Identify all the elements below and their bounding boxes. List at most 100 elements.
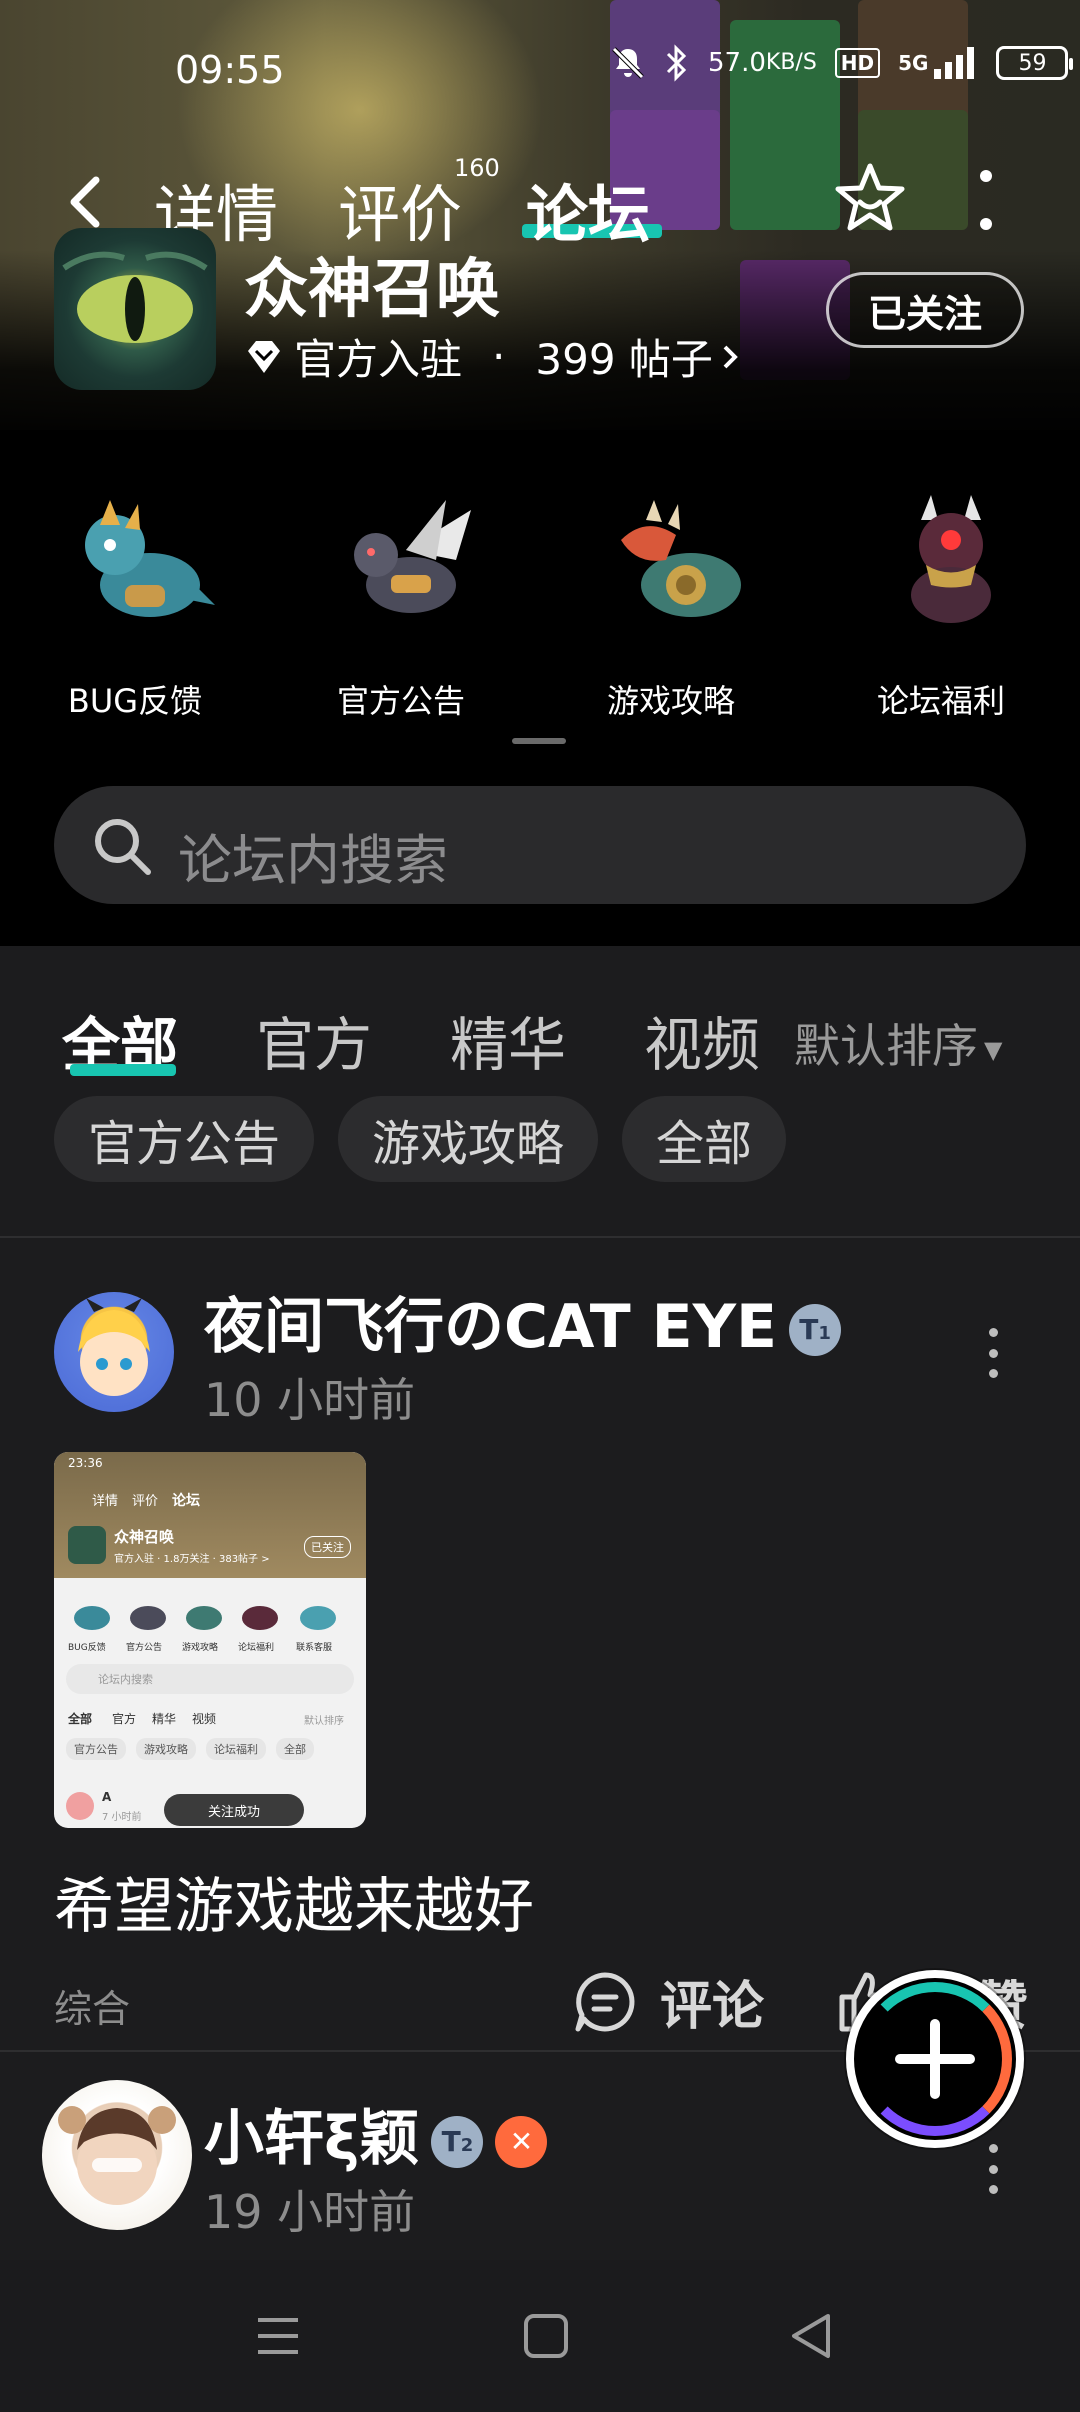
hd-badge: HD bbox=[834, 48, 881, 78]
thumb-ftab: 官方 bbox=[112, 1712, 137, 1726]
level-badge: T1 bbox=[789, 1304, 842, 1357]
back-icon[interactable] bbox=[782, 2306, 842, 2366]
category-bug-feedback[interactable]: BUG反馈 bbox=[20, 480, 250, 720]
dot-icon bbox=[988, 2144, 998, 2153]
dot-icon bbox=[988, 2164, 998, 2174]
post-time: 10 小时前 bbox=[204, 1373, 416, 1427]
feed-tab-official[interactable]: 官方 bbox=[256, 998, 372, 1082]
thumb-chip: 论坛福利 bbox=[206, 1738, 266, 1760]
thumb-cat-label: BUG反馈 bbox=[68, 1643, 106, 1653]
thumb-game-icon bbox=[68, 1526, 106, 1564]
back-button[interactable] bbox=[62, 172, 112, 232]
net-speed: 57.0 KB/S bbox=[708, 50, 817, 76]
post-card[interactable]: 夜间飞行のCAT EYE T1 10 小时前 23:36 详情 评价 论坛 众神召… bbox=[0, 1238, 1080, 2048]
category-guides[interactable]: 游戏攻略 bbox=[556, 480, 786, 720]
post-author[interactable]: 夜间飞行のCAT EYE T1 bbox=[204, 1278, 842, 1365]
posts-count-link[interactable]: 399 帖子 bbox=[535, 326, 713, 387]
user-photo-avatar-icon bbox=[58, 2106, 176, 2205]
official-label: 官方入驻 bbox=[294, 335, 463, 384]
forum-page: 09:55 57.0 KB/S HD 5G 59 详情 评价 160 论坛 众神… bbox=[0, 0, 1080, 2412]
game-title: 众神召唤 bbox=[244, 253, 500, 327]
status-time: 09:55 bbox=[175, 48, 285, 92]
thumb-follow: 已关注 bbox=[304, 1536, 351, 1558]
dot-icon bbox=[988, 1328, 998, 1337]
category-label: BUG反馈 bbox=[67, 682, 203, 720]
thumb-time-ago: 7 小时前 bbox=[102, 1812, 142, 1823]
network-type: 5G bbox=[898, 51, 929, 75]
tab-forum[interactable]: 论坛 bbox=[526, 164, 650, 254]
dragon-eye-icon bbox=[62, 251, 208, 343]
game-meta: 官方入驻 · 399 帖子 bbox=[244, 326, 743, 387]
thumb-cat-label: 联系客服 bbox=[296, 1643, 333, 1653]
search-placeholder: 论坛内搜索 bbox=[178, 829, 448, 892]
level-badge: T2 bbox=[431, 2116, 484, 2169]
create-post-button[interactable] bbox=[846, 1970, 1024, 2148]
category-announcements[interactable]: 官方公告 bbox=[286, 480, 516, 720]
filter-chips: 官方公告 游戏攻略 全部 bbox=[54, 1096, 787, 1182]
thumb-sort: 默认排序 bbox=[304, 1716, 344, 1727]
menu-icon[interactable] bbox=[248, 2306, 308, 2366]
system-navigation-bar bbox=[0, 2260, 1080, 2412]
post-more-button[interactable] bbox=[986, 2144, 1000, 2194]
chevron-right-icon bbox=[723, 345, 738, 368]
chip-announcements[interactable]: 官方公告 bbox=[54, 1096, 315, 1182]
thumb-tab: 评价 bbox=[132, 1494, 159, 1509]
red-dragon-icon bbox=[621, 500, 741, 617]
net-speed-unit: KB/S bbox=[765, 50, 817, 75]
battery-icon: 59 bbox=[996, 46, 1074, 80]
level-number: 2 bbox=[460, 2135, 474, 2157]
post-body[interactable]: 希望游戏越来越好 bbox=[54, 1858, 534, 1945]
feed-tab-indicator bbox=[70, 1064, 176, 1076]
carousel-indicator bbox=[512, 738, 566, 744]
thumb-meta: 官方入驻 · 1.8万关注 · 383帖子 > bbox=[114, 1554, 270, 1565]
caret-down-icon: ▼ bbox=[984, 1035, 1003, 1064]
favorite-button[interactable] bbox=[832, 160, 908, 236]
thumb-cat-icons bbox=[66, 1588, 354, 1636]
chip-all[interactable]: 全部 bbox=[622, 1096, 787, 1182]
home-icon[interactable] bbox=[516, 2306, 576, 2366]
post-more-button[interactable] bbox=[986, 1328, 1000, 1378]
comment-button[interactable]: 评论 bbox=[572, 1964, 764, 2039]
category-label: 游戏攻略 bbox=[606, 682, 735, 720]
more-options-button[interactable] bbox=[976, 170, 996, 230]
thumb-author: A bbox=[102, 1790, 112, 1804]
thumb-title: 众神召唤 bbox=[114, 1528, 175, 1546]
dot-icon bbox=[980, 218, 992, 230]
signal-icon: 5G bbox=[898, 45, 978, 81]
thumb-tab: 详情 bbox=[92, 1494, 119, 1509]
follow-button[interactable]: 已关注 bbox=[826, 272, 1024, 348]
plus-icon bbox=[895, 2019, 975, 2099]
forum-header: 09:55 57.0 KB/S HD 5G 59 详情 评价 160 论坛 众神… bbox=[0, 0, 1080, 946]
thumb-avatar bbox=[66, 1792, 94, 1820]
mute-icon bbox=[610, 45, 646, 81]
sort-dropdown[interactable]: 默认排序 ▼ bbox=[794, 1010, 1002, 1076]
thumb-ftab: 精华 bbox=[152, 1712, 177, 1726]
thumb-cat-label: 官方公告 bbox=[126, 1643, 163, 1653]
category-label: 官方公告 bbox=[336, 682, 465, 720]
thumb-chip: 游戏攻略 bbox=[136, 1738, 196, 1760]
post-author[interactable]: 小轩ξ颖 T2 ✕ bbox=[204, 2090, 548, 2177]
feed-tabs: 全部 官方 精华 视频 默认排序 ▼ bbox=[0, 972, 1080, 1079]
category-row: BUG反馈 官方公告 游戏攻略 论坛福利 bbox=[0, 480, 1080, 730]
author-name: 夜间飞行のCAT EYE bbox=[204, 1292, 778, 1362]
avatar[interactable] bbox=[42, 2080, 192, 2230]
dark-dragon-icon bbox=[911, 495, 991, 623]
chip-guides[interactable]: 游戏攻略 bbox=[338, 1096, 599, 1182]
thumb-tab: 论坛 bbox=[172, 1493, 200, 1509]
dot-icon bbox=[980, 170, 992, 182]
post-tag[interactable]: 综合 bbox=[54, 1978, 130, 2033]
reviews-count-badge: 160 bbox=[454, 154, 500, 182]
thumb-ftab: 全部 bbox=[68, 1712, 93, 1726]
post-image-thumbnail[interactable]: 23:36 详情 评价 论坛 众神召唤 官方入驻 · 1.8万关注 · 383帖… bbox=[54, 1452, 366, 1828]
author-name: 小轩ξ颖 bbox=[204, 2104, 420, 2174]
feed-tab-video[interactable]: 视频 bbox=[644, 998, 760, 1082]
forum-search-input[interactable]: 论坛内搜索 bbox=[54, 786, 1026, 904]
category-welfare[interactable]: 论坛福利 bbox=[826, 480, 1056, 720]
chevron-left-icon bbox=[70, 176, 100, 228]
post-time: 19 小时前 bbox=[204, 2185, 416, 2239]
thumb-chip: 全部 bbox=[276, 1738, 314, 1760]
feed-tab-featured[interactable]: 精华 bbox=[450, 998, 566, 1082]
thumb-cat-label: 论坛福利 bbox=[238, 1643, 275, 1653]
star-icon bbox=[835, 163, 905, 231]
avatar[interactable] bbox=[54, 1292, 174, 1412]
